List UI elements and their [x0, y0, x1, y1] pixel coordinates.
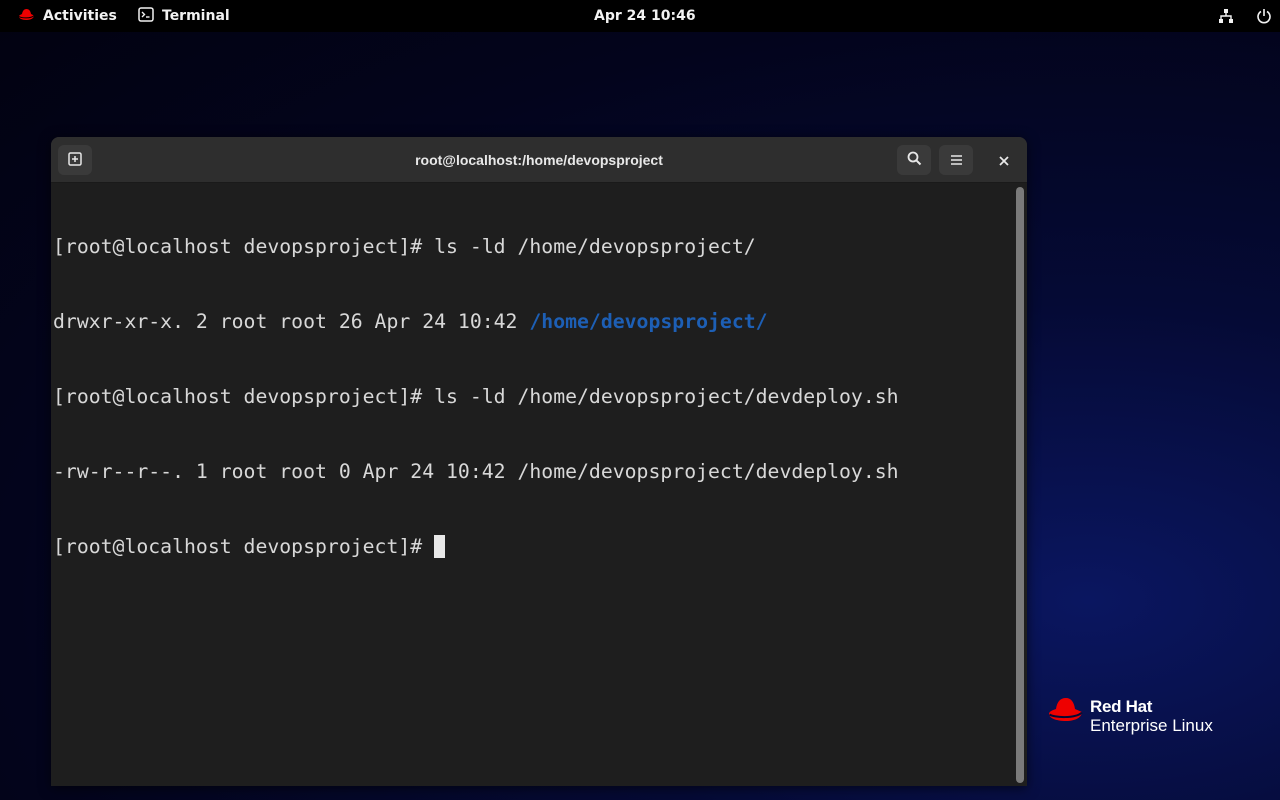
redhat-logo: Red Hat Enterprise Linux — [1048, 697, 1213, 735]
terminal-line: drwxr-xr-x. 2 root root 26 Apr 24 10:42 … — [53, 310, 768, 333]
search-icon — [907, 151, 922, 170]
scrollbar-thumb[interactable] — [1016, 187, 1024, 783]
terminal-line: -rw-r--r--. 1 root root 0 Apr 24 10:42 /… — [53, 460, 899, 483]
clock[interactable]: Apr 24 10:46 — [582, 0, 708, 32]
shell-prompt: [root@localhost devopsproject]# — [53, 535, 435, 558]
activities-label: Activities — [43, 8, 117, 24]
new-tab-icon — [68, 151, 82, 170]
terminal-prompt-line[interactable]: [root@localhost devopsproject]# — [53, 534, 1013, 559]
search-button[interactable] — [897, 145, 931, 175]
menu-icon — [950, 151, 963, 170]
power-icon[interactable] — [1256, 8, 1272, 24]
activities-button[interactable]: Activities — [10, 0, 125, 32]
close-button[interactable] — [992, 148, 1016, 172]
redhat-icon — [18, 8, 35, 25]
redhat-hat-icon — [1048, 697, 1084, 727]
terminal-output[interactable]: [root@localhost devopsproject]# ls -ld /… — [51, 184, 1013, 786]
logo-product: Enterprise Linux — [1090, 716, 1213, 735]
menu-button[interactable] — [939, 145, 973, 175]
text-cursor — [434, 535, 446, 558]
window-title: root@localhost:/home/devopsproject — [415, 152, 663, 168]
directory-name: /home/devopsproject/ — [529, 310, 768, 333]
logo-brand: Red Hat — [1090, 697, 1153, 716]
app-menu-label: Terminal — [162, 8, 230, 24]
window-headerbar[interactable]: root@localhost:/home/devopsproject — [51, 137, 1027, 183]
terminal-icon — [138, 6, 154, 26]
network-icon[interactable] — [1218, 8, 1234, 24]
system-tray[interactable] — [1218, 0, 1272, 32]
new-tab-button[interactable] — [58, 145, 92, 175]
app-menu-terminal[interactable]: Terminal — [130, 0, 238, 32]
top-bar: Activities Terminal Apr 24 10:46 — [0, 0, 1280, 32]
scrollbar[interactable] — [1013, 184, 1027, 786]
terminal-line: [root@localhost devopsproject]# ls -ld /… — [53, 235, 756, 258]
terminal-window[interactable]: root@localhost:/home/devopsproject [root… — [51, 137, 1027, 786]
close-icon — [999, 151, 1009, 170]
terminal-line: [root@localhost devopsproject]# ls -ld /… — [53, 385, 899, 408]
